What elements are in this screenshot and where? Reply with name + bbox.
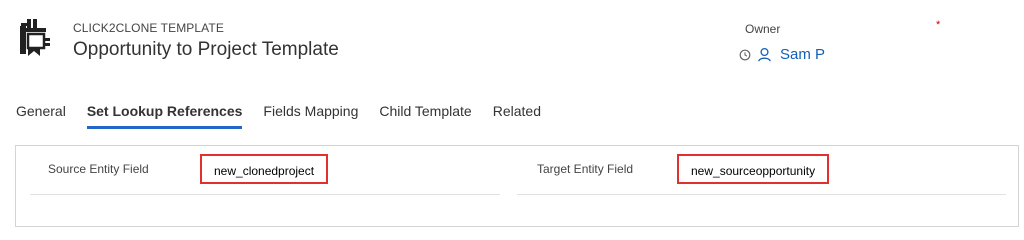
tab-related[interactable]: Related: [493, 103, 541, 129]
source-entity-field-value[interactable]: new_clonedproject: [200, 154, 329, 184]
source-entity-field-label: Source Entity Field: [48, 162, 149, 176]
field-divider: [517, 194, 1006, 195]
tab-general[interactable]: General: [16, 103, 66, 129]
tab-set-lookup-references[interactable]: Set Lookup References: [86, 103, 243, 129]
source-entity-field-row: Source Entity Field new_clonedproject: [30, 146, 500, 195]
lookup-references-section: Source Entity Field new_clonedproject Ta…: [15, 145, 1019, 227]
page-title: Opportunity to Project Template: [73, 39, 339, 60]
target-entity-field-label: Target Entity Field: [537, 162, 634, 176]
entity-type-label: CLICK2CLONE TEMPLATE: [73, 21, 224, 35]
tab-child-template[interactable]: Child Template: [379, 103, 471, 129]
owner-field[interactable]: Sam P: [739, 46, 825, 63]
clock-icon: [739, 49, 751, 61]
clone-template-icon: [18, 18, 52, 58]
required-indicator: *: [936, 19, 941, 31]
tab-bar: General Set Lookup References Fields Map…: [16, 103, 562, 129]
user-icon: [757, 47, 772, 62]
owner-label: Owner: [745, 22, 781, 36]
owner-link[interactable]: Sam P: [780, 46, 825, 63]
target-entity-field-row: Target Entity Field new_sourceopportunit…: [517, 146, 1006, 195]
target-entity-field-value[interactable]: new_sourceopportunity: [677, 154, 830, 184]
field-divider: [30, 194, 500, 195]
record-header: CLICK2CLONE TEMPLATE Opportunity to Proj…: [0, 0, 1024, 90]
tab-fields-mapping[interactable]: Fields Mapping: [263, 103, 358, 129]
